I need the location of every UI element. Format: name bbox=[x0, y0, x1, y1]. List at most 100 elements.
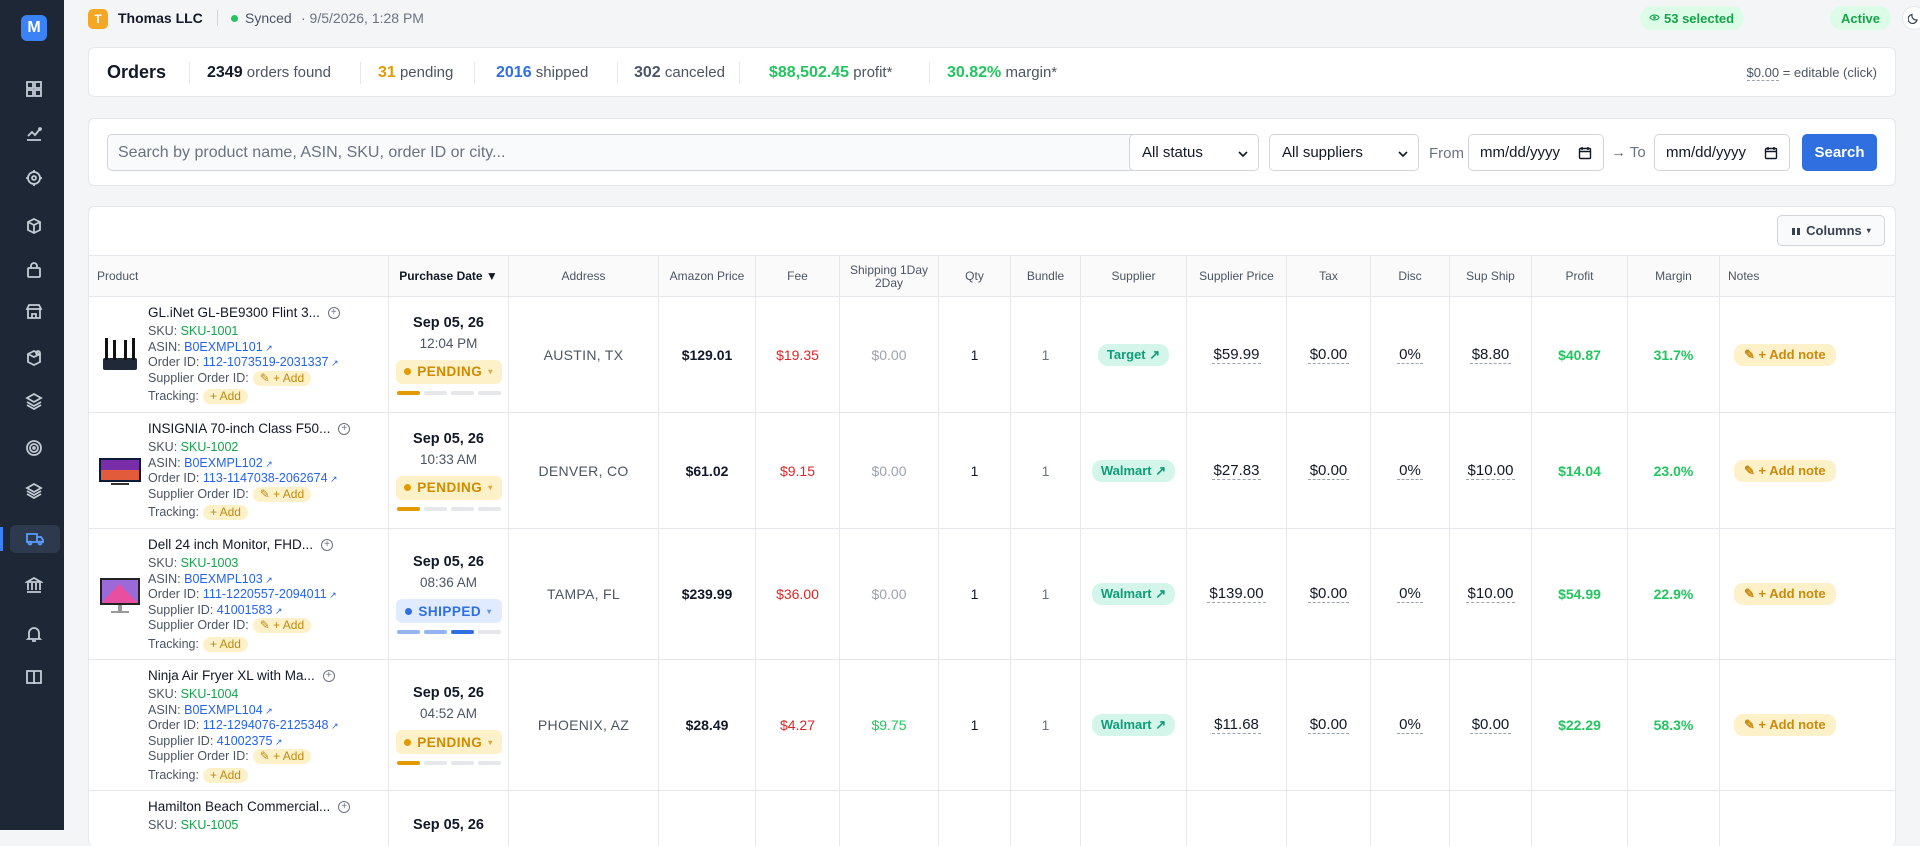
supplier-link[interactable]: Target ↗ bbox=[1097, 343, 1170, 366]
expand-icon[interactable]: + bbox=[338, 423, 351, 435]
product-name-text[interactable]: Hamilton Beach Commercial... bbox=[148, 799, 330, 814]
add-note-button[interactable]: ✎ + Add note bbox=[1734, 583, 1836, 605]
sup-ship-editable[interactable]: $0.00 bbox=[1469, 716, 1512, 734]
expand-icon[interactable]: + bbox=[322, 670, 335, 682]
supplier-select[interactable]: All suppliers bbox=[1269, 134, 1419, 171]
bundle-value[interactable]: 1 bbox=[1042, 347, 1050, 363]
add-note-button[interactable]: ✎ + Add note bbox=[1734, 714, 1836, 736]
supplier-id-link[interactable]: 41001583 bbox=[217, 603, 273, 617]
table-row[interactable]: INSIGNIA 70-inch Class F50... + SKU: SKU-1… bbox=[89, 413, 1895, 529]
supplier-link[interactable]: Walmart ↗ bbox=[1091, 459, 1176, 482]
sup-ship-editable[interactable]: $10.00 bbox=[1465, 462, 1516, 480]
status-badge[interactable]: PENDING ▾ bbox=[395, 730, 502, 754]
supplier-id-link[interactable]: 41002375 bbox=[217, 734, 273, 748]
status-badge[interactable]: PENDING ▾ bbox=[395, 359, 502, 384]
theme-toggle-button[interactable] bbox=[1902, 6, 1920, 30]
truck-icon[interactable] bbox=[10, 525, 60, 553]
bundle-value[interactable]: 1 bbox=[1042, 463, 1050, 479]
qty-value[interactable]: 1 bbox=[971, 463, 979, 479]
order-id-link[interactable]: 111-1220557-2094011 bbox=[203, 587, 327, 601]
product-name-text[interactable]: INSIGNIA 70-inch Class F50... bbox=[148, 421, 330, 436]
book-icon[interactable] bbox=[20, 663, 48, 691]
analytics-icon[interactable] bbox=[20, 119, 48, 147]
bell-icon[interactable] bbox=[20, 620, 48, 648]
external-link-icon[interactable]: ↗ bbox=[263, 459, 273, 469]
sku-value[interactable]: SKU-1003 bbox=[181, 556, 239, 570]
store-icon[interactable] bbox=[20, 297, 48, 325]
tax-editable[interactable]: $0.00 bbox=[1307, 462, 1350, 480]
external-link-icon[interactable]: ↗ bbox=[327, 590, 337, 600]
table-row[interactable]: GL.iNet GL-BE9300 Flint 3... + SKU: SKU-10… bbox=[89, 297, 1895, 413]
company-name[interactable]: Thomas LLC bbox=[118, 10, 203, 26]
search-input[interactable] bbox=[107, 134, 1208, 171]
table-row[interactable]: Dell 24 inch Monitor, FHD... + SKU: SKU-10… bbox=[89, 529, 1895, 660]
external-link-icon[interactable]: ↗ bbox=[263, 706, 273, 716]
external-link-icon[interactable]: ↗ bbox=[263, 343, 273, 353]
target-icon[interactable] bbox=[20, 164, 48, 192]
add-tracking-button[interactable]: + Add bbox=[202, 389, 248, 404]
disc-editable[interactable]: 0% bbox=[1397, 346, 1423, 364]
external-link-icon[interactable]: ↗ bbox=[263, 575, 273, 585]
asin-link[interactable]: B0EXMPL103 bbox=[184, 572, 263, 586]
date-from-input[interactable]: mm/dd/yyyy bbox=[1468, 134, 1604, 171]
external-link-icon[interactable]: ↗ bbox=[272, 606, 283, 616]
stack-icon[interactable] bbox=[20, 477, 48, 505]
supplier-price-editable[interactable]: $59.99 bbox=[1211, 346, 1262, 364]
expand-icon[interactable]: + bbox=[321, 539, 334, 551]
add-note-button[interactable]: ✎ + Add note bbox=[1734, 343, 1836, 366]
sku-value[interactable]: SKU-1002 bbox=[181, 440, 239, 454]
tax-editable[interactable]: $0.00 bbox=[1307, 585, 1350, 603]
layers-icon[interactable] bbox=[20, 387, 48, 415]
table-row[interactable]: Hamilton Beach Commercial... + SKU: SKU-10… bbox=[89, 791, 1895, 846]
product-name[interactable]: INSIGNIA 70-inch Class F50... + bbox=[148, 421, 351, 436]
add-supplier-order-button[interactable]: ✎ + Add bbox=[252, 618, 312, 633]
product-name[interactable]: Dell 24 inch Monitor, FHD... + bbox=[148, 537, 334, 552]
product-name[interactable]: Hamilton Beach Commercial... + bbox=[148, 799, 351, 814]
external-link-icon[interactable]: ↗ bbox=[328, 474, 338, 484]
asin-link[interactable]: B0EXMPL104 bbox=[184, 703, 263, 717]
add-supplier-order-button[interactable]: ✎ + Add bbox=[252, 486, 312, 502]
sup-ship-editable[interactable]: $10.00 bbox=[1465, 585, 1516, 603]
status-badge[interactable]: PENDING ▾ bbox=[395, 475, 502, 500]
selected-count-badge[interactable]: 53 selected bbox=[1640, 6, 1745, 30]
product-name-text[interactable]: GL.iNet GL-BE9300 Flint 3... bbox=[148, 305, 320, 320]
table-row[interactable]: Ninja Air Fryer XL with Ma... + SKU: SKU-1… bbox=[89, 660, 1895, 791]
order-id-link[interactable]: 112-1294076-2125348 bbox=[203, 718, 329, 732]
add-supplier-order-button[interactable]: ✎ + Add bbox=[252, 749, 312, 764]
product-name-text[interactable]: Ninja Air Fryer XL with Ma... bbox=[148, 668, 315, 683]
tax-editable[interactable]: $0.00 bbox=[1307, 716, 1350, 734]
expand-icon[interactable]: + bbox=[327, 307, 340, 319]
status-badge[interactable]: Active bbox=[1830, 6, 1892, 30]
sku-value[interactable]: SKU-1004 bbox=[181, 687, 239, 701]
supplier-link[interactable]: Walmart ↗ bbox=[1091, 583, 1176, 605]
box-tag-icon[interactable] bbox=[20, 344, 48, 372]
supplier-price-editable[interactable]: $27.83 bbox=[1211, 462, 1262, 480]
qty-value[interactable]: 1 bbox=[971, 347, 979, 363]
add-supplier-order-button[interactable]: ✎ + Add bbox=[252, 370, 312, 386]
product-name[interactable]: Ninja Air Fryer XL with Ma... + bbox=[148, 668, 335, 683]
external-link-icon[interactable]: ↗ bbox=[328, 358, 339, 368]
app-logo[interactable]: M bbox=[21, 15, 47, 41]
bundle-value[interactable]: 1 bbox=[1042, 717, 1050, 733]
external-link-icon[interactable]: ↗ bbox=[272, 737, 283, 747]
disc-editable[interactable]: 0% bbox=[1397, 462, 1423, 480]
radar-icon[interactable] bbox=[20, 434, 48, 462]
status-select[interactable]: All status bbox=[1129, 134, 1259, 171]
supplier-price-editable[interactable]: $139.00 bbox=[1207, 585, 1266, 603]
qty-value[interactable]: 1 bbox=[971, 586, 979, 602]
product-name[interactable]: GL.iNet GL-BE9300 Flint 3... + bbox=[148, 305, 340, 320]
calendar-icon[interactable] bbox=[1578, 146, 1592, 160]
asin-link[interactable]: B0EXMPL102 bbox=[184, 456, 263, 470]
external-link-icon[interactable]: ↗ bbox=[328, 721, 339, 731]
order-id-link[interactable]: 112-1073519-2031337 bbox=[203, 355, 329, 369]
calendar-icon[interactable] bbox=[1764, 146, 1778, 160]
sup-ship-editable[interactable]: $8.80 bbox=[1469, 346, 1512, 364]
add-note-button[interactable]: ✎ + Add note bbox=[1734, 459, 1836, 482]
search-button[interactable]: Search bbox=[1802, 134, 1877, 171]
supplier-price-editable[interactable]: $11.68 bbox=[1212, 716, 1261, 734]
status-badge[interactable]: SHIPPED ▾ bbox=[395, 599, 502, 623]
disc-editable[interactable]: 0% bbox=[1397, 716, 1423, 734]
bank-icon[interactable] bbox=[20, 571, 48, 599]
add-tracking-button[interactable]: + Add bbox=[202, 767, 248, 783]
column-header-purchase-date[interactable]: Purchase Date ▼ bbox=[389, 256, 509, 297]
